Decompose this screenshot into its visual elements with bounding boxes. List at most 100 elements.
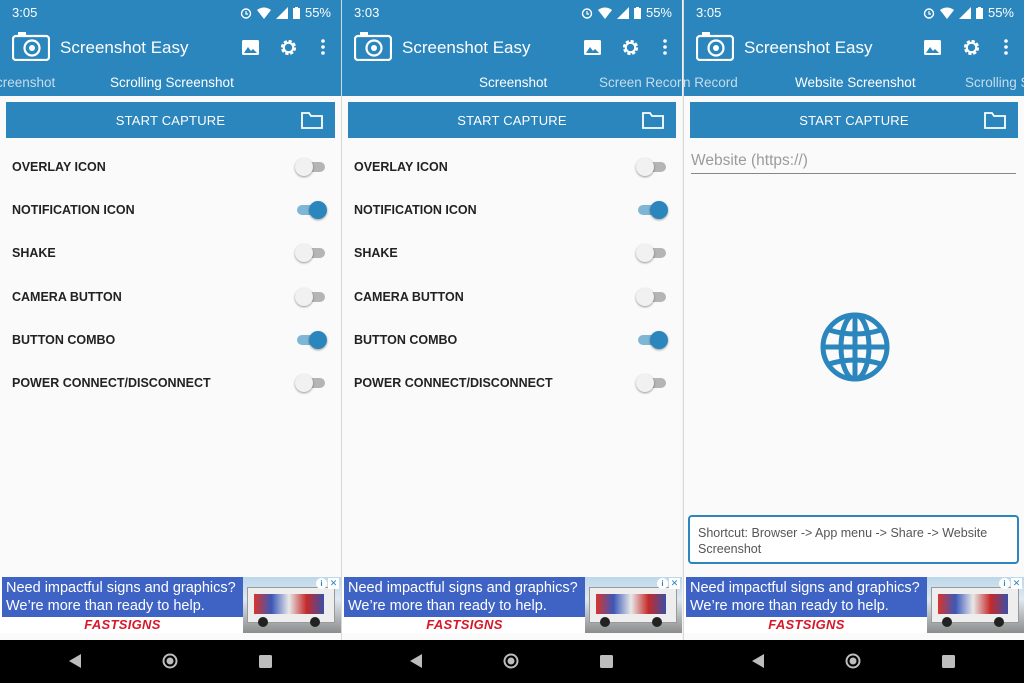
folder-icon[interactable] <box>301 111 323 129</box>
gear-icon[interactable] <box>961 37 981 57</box>
ad-close-icon[interactable]: ✕ <box>328 578 339 589</box>
ad-banner[interactable]: Need impactful signs and graphics? We’re … <box>0 577 341 633</box>
back-triangle-icon[interactable] <box>66 652 84 670</box>
tab-screenshot[interactable]: Screenshot <box>479 75 547 90</box>
ad-brand: FASTSIGNS <box>2 617 243 633</box>
ad-banner[interactable]: Need impactful signs and graphics? We’re … <box>342 577 682 633</box>
system-nav-bar <box>0 640 1024 683</box>
back-triangle-icon[interactable] <box>407 652 425 670</box>
battery-icon <box>975 6 983 19</box>
button-combo-switch[interactable] <box>638 331 668 349</box>
phone-screenshot: 3:03 55% Screenshot Easy Screenshot Scre… <box>341 0 682 640</box>
toggle-label: POWER CONNECT/DISCONNECT <box>12 376 211 390</box>
toggle-row-button-combo[interactable]: BUTTON COMBO <box>0 318 341 361</box>
ad-info-icon[interactable]: i <box>657 578 668 589</box>
status-icons: 55% <box>923 5 1014 20</box>
phone-scrolling-screenshot: 3:05 55% Screenshot Easy creenshot Scrol… <box>0 0 341 640</box>
notification-icon-switch[interactable] <box>297 201 327 219</box>
toggle-label: OVERLAY ICON <box>12 160 106 174</box>
gear-icon[interactable] <box>278 37 298 57</box>
tab-screenshot[interactable]: creenshot <box>0 75 55 90</box>
tab-screen-record[interactable]: Screen Record <box>599 75 682 90</box>
power-connect-switch[interactable] <box>636 374 668 392</box>
image-icon[interactable] <box>922 37 942 57</box>
start-capture-label: START CAPTURE <box>799 112 909 128</box>
ad-info-icon[interactable]: i <box>999 578 1010 589</box>
toggle-row-power-connect[interactable]: POWER CONNECT/DISCONNECT <box>0 361 341 404</box>
toggle-row-overlay-icon[interactable]: OVERLAY ICON <box>0 145 341 188</box>
tab-bar: Screenshot Screen Record <box>342 70 682 96</box>
back-triangle-icon[interactable] <box>749 652 767 670</box>
ad-line-2: We’re more than ready to help. <box>348 598 547 614</box>
wifi-icon <box>256 7 271 19</box>
ad-banner[interactable]: Need impactful signs and graphics? We’re … <box>684 577 1024 633</box>
app-title: Screenshot Easy <box>744 38 873 57</box>
status-icons: 55% <box>240 5 331 20</box>
shake-switch[interactable] <box>295 244 327 262</box>
more-vert-icon[interactable] <box>655 37 675 57</box>
camera-icon <box>12 32 50 61</box>
ad-close-icon[interactable]: ✕ <box>1011 578 1022 589</box>
ad-text: Need impactful signs and graphics? We’re … <box>686 577 927 617</box>
folder-icon[interactable] <box>984 111 1006 129</box>
toggle-row-camera-button[interactable]: CAMERA BUTTON <box>0 275 341 318</box>
image-icon[interactable] <box>582 37 602 57</box>
recents-square-icon[interactable] <box>939 652 957 670</box>
power-connect-switch[interactable] <box>295 374 327 392</box>
shake-switch[interactable] <box>636 244 668 262</box>
start-capture-button[interactable]: START CAPTURE <box>690 102 1018 138</box>
button-combo-switch[interactable] <box>297 331 327 349</box>
alarm-icon <box>581 7 593 19</box>
home-circle-icon[interactable] <box>502 652 520 670</box>
start-capture-button[interactable]: START CAPTURE <box>348 102 676 138</box>
toggle-label: OVERLAY ICON <box>354 160 448 174</box>
battery-percent: 55% <box>304 5 331 20</box>
overlay-icon-switch[interactable] <box>295 158 327 176</box>
overlay-icon-switch[interactable] <box>636 158 668 176</box>
gear-icon[interactable] <box>620 37 640 57</box>
more-vert-icon[interactable] <box>996 37 1016 57</box>
start-capture-button[interactable]: START CAPTURE <box>6 102 335 138</box>
home-circle-icon[interactable] <box>844 652 862 670</box>
nav-group <box>683 640 1024 683</box>
toggle-label: BUTTON COMBO <box>12 333 116 347</box>
ad-close-icon[interactable]: ✕ <box>669 578 680 589</box>
toggle-row-button-combo[interactable]: BUTTON COMBO <box>342 318 682 361</box>
ad-brand: FASTSIGNS <box>344 617 585 633</box>
toggle-row-shake[interactable]: SHAKE <box>342 231 682 274</box>
app-bar: Screenshot Easy <box>342 24 682 70</box>
recents-square-icon[interactable] <box>597 652 615 670</box>
tab-website-screenshot[interactable]: Website Screenshot <box>795 75 916 90</box>
home-circle-icon[interactable] <box>161 652 179 670</box>
tab-screen-record[interactable]: n Record <box>684 75 738 90</box>
website-url-input[interactable]: Website (https://) <box>691 148 1016 174</box>
toggle-row-power-connect[interactable]: POWER CONNECT/DISCONNECT <box>342 361 682 404</box>
tab-bar: n Record Website Screenshot Scrolling S <box>684 70 1024 96</box>
toggle-label: SHAKE <box>12 246 56 260</box>
toggle-row-shake[interactable]: SHAKE <box>0 231 341 274</box>
ad-text: Need impactful signs and graphics? We’re … <box>344 577 585 617</box>
nav-group <box>341 640 682 683</box>
toggle-label: NOTIFICATION ICON <box>354 203 477 217</box>
toggle-label: BUTTON COMBO <box>354 333 458 347</box>
tab-scrolling-screenshot[interactable]: Scrolling S <box>965 75 1024 90</box>
status-bar: 3:03 55% <box>342 0 682 24</box>
folder-icon[interactable] <box>642 111 664 129</box>
toggle-row-notification-icon[interactable]: NOTIFICATION ICON <box>342 188 682 231</box>
ad-text: Need impactful signs and graphics? We’re … <box>2 577 243 617</box>
toggle-row-overlay-icon[interactable]: OVERLAY ICON <box>342 145 682 188</box>
recents-square-icon[interactable] <box>256 652 274 670</box>
status-time: 3:03 <box>354 5 380 20</box>
ad-info-icon[interactable]: i <box>316 578 327 589</box>
toggle-row-notification-icon[interactable]: NOTIFICATION ICON <box>0 188 341 231</box>
toggle-label: NOTIFICATION ICON <box>12 203 135 217</box>
camera-button-switch[interactable] <box>636 288 668 306</box>
signal-icon <box>275 6 288 19</box>
tab-scrolling-screenshot[interactable]: Scrolling Screenshot <box>110 75 234 90</box>
notification-icon-switch[interactable] <box>638 201 668 219</box>
camera-button-switch[interactable] <box>295 288 327 306</box>
more-vert-icon[interactable] <box>313 37 333 57</box>
alarm-icon <box>923 7 935 19</box>
toggle-row-camera-button[interactable]: CAMERA BUTTON <box>342 275 682 318</box>
image-icon[interactable] <box>240 37 260 57</box>
